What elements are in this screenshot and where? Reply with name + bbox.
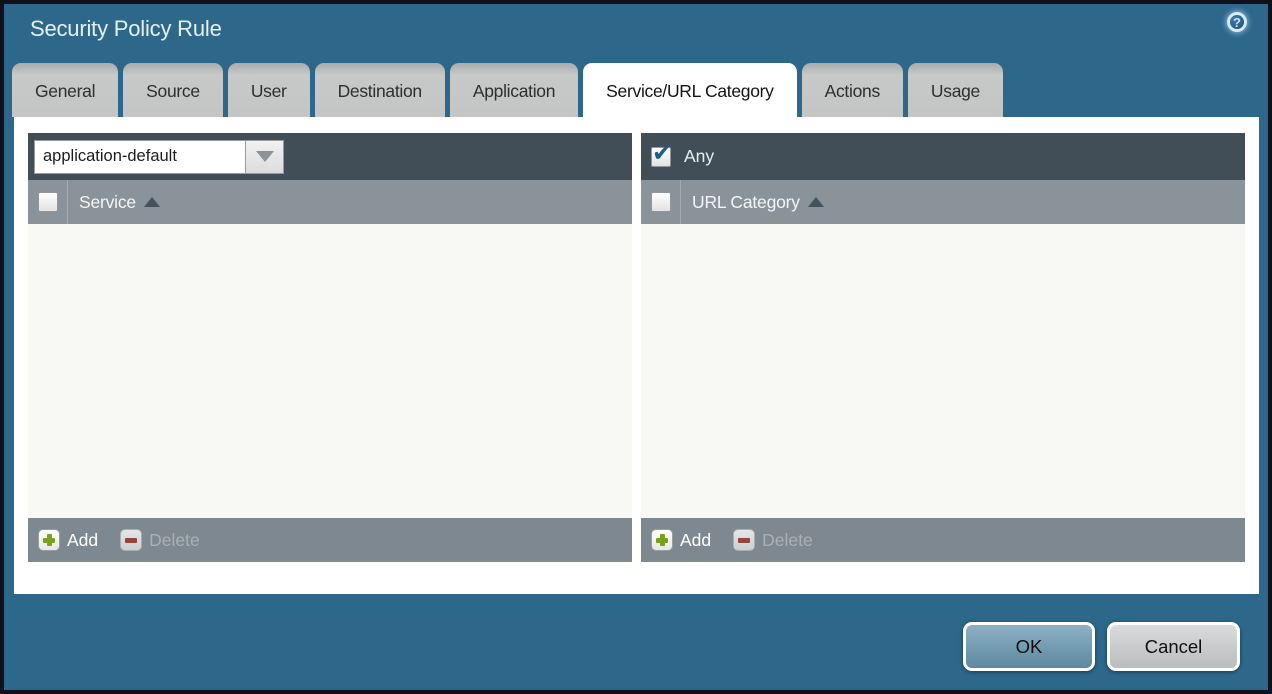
tab-user[interactable]: User <box>228 63 310 117</box>
any-label: Any <box>684 146 714 167</box>
url-category-delete-label: Delete <box>762 530 813 551</box>
tab-general[interactable]: General <box>12 63 118 117</box>
service-column-header-row: Service <box>28 180 632 224</box>
service-select-all-checkbox[interactable] <box>38 192 58 212</box>
service-panel: Service Add Delete <box>28 133 632 562</box>
service-panel-header <box>28 133 632 180</box>
url-category-column-header[interactable]: URL Category <box>692 192 800 213</box>
service-type-combobox <box>34 140 284 174</box>
url-category-panel-footer: Add Delete <box>641 518 1245 562</box>
plus-icon <box>651 529 673 551</box>
cancel-button[interactable]: Cancel <box>1107 622 1240 671</box>
chevron-down-icon <box>256 151 274 162</box>
tab-usage[interactable]: Usage <box>908 63 1003 117</box>
plus-icon <box>38 529 60 551</box>
sort-ascending-icon <box>144 197 160 207</box>
url-category-panel: Any URL Category Add <box>641 133 1245 562</box>
dialog-content: Service Add Delete <box>14 117 1259 594</box>
url-category-select-all-checkbox[interactable] <box>651 192 671 212</box>
service-add-label: Add <box>67 530 98 551</box>
service-select-all-cell <box>28 180 68 224</box>
url-category-list-body <box>641 224 1245 518</box>
service-list-body <box>28 224 632 518</box>
tab-actions[interactable]: Actions <box>802 63 903 117</box>
sort-ascending-icon <box>808 197 824 207</box>
url-category-column-header-row: URL Category <box>641 180 1245 224</box>
ok-button[interactable]: OK <box>963 622 1095 671</box>
security-policy-rule-dialog: Security Policy Rule ? GeneralSourceUser… <box>0 0 1272 694</box>
help-icon[interactable]: ? <box>1227 12 1247 32</box>
service-type-dropdown-button[interactable] <box>246 140 284 174</box>
url-category-delete-button[interactable]: Delete <box>733 529 813 551</box>
minus-icon <box>120 529 142 551</box>
url-category-add-button[interactable]: Add <box>651 529 711 551</box>
tab-service-url-category[interactable]: Service/URL Category <box>583 63 796 117</box>
tab-bar: GeneralSourceUserDestinationApplicationS… <box>12 63 1008 117</box>
help-glyph: ? <box>1233 16 1241 29</box>
service-add-button[interactable]: Add <box>38 529 98 551</box>
service-delete-label: Delete <box>149 530 200 551</box>
service-delete-button[interactable]: Delete <box>120 529 200 551</box>
any-checkbox[interactable] <box>651 147 671 167</box>
service-type-input[interactable] <box>34 140 246 174</box>
minus-icon <box>733 529 755 551</box>
url-category-select-all-cell <box>641 180 681 224</box>
service-column-header[interactable]: Service <box>79 192 136 213</box>
url-category-panel-header: Any <box>641 133 1245 180</box>
url-category-add-label: Add <box>680 530 711 551</box>
service-panel-footer: Add Delete <box>28 518 632 562</box>
tab-application[interactable]: Application <box>450 63 578 117</box>
tab-source[interactable]: Source <box>123 63 223 117</box>
tab-destination[interactable]: Destination <box>315 63 445 117</box>
dialog-title: Security Policy Rule <box>30 16 222 42</box>
